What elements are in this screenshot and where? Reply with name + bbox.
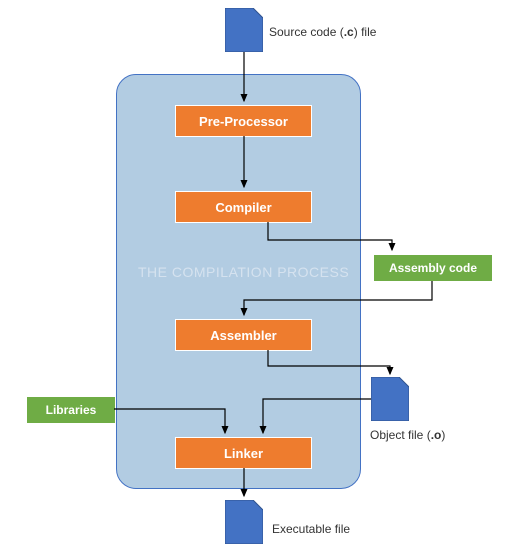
stage-compiler: Compiler <box>175 191 312 223</box>
executable-file-label: Executable file <box>272 522 350 536</box>
stage-assembler: Assembler <box>175 319 312 351</box>
assembly-code-box: Assembly code <box>373 254 493 282</box>
stage-preprocessor: Pre-Processor <box>175 105 312 137</box>
object-file-icon <box>371 377 409 421</box>
source-file-text: Source code (.c) file <box>269 25 376 39</box>
diagram-canvas: THE COMPILATION PROCESS Source code (.c)… <box>0 0 518 556</box>
stage-linker: Linker <box>175 437 312 469</box>
source-file-icon <box>225 8 263 52</box>
object-file-label: Object file (.o) <box>370 428 445 442</box>
container-title: THE COMPILATION PROCESS <box>138 264 349 280</box>
executable-file-icon <box>225 500 263 544</box>
object-file-text: Object file (.o) <box>370 428 445 442</box>
source-file-label: Source code (.c) file <box>269 25 376 39</box>
libraries-box: Libraries <box>26 396 116 424</box>
